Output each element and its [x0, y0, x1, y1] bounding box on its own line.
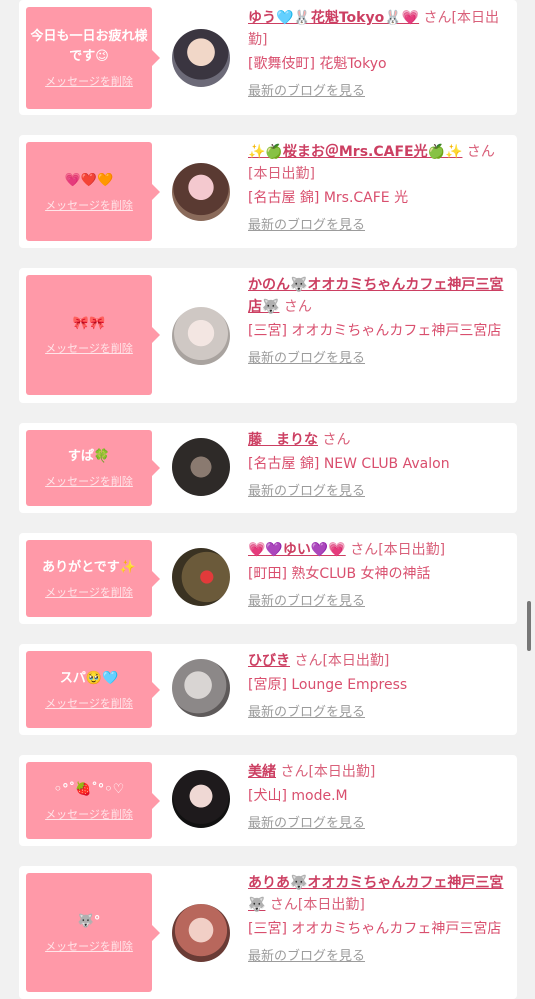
- latest-blog-link[interactable]: 最新のブログを見る: [248, 591, 513, 613]
- message-text: 🎀🎀: [72, 316, 106, 331]
- cast-info: ひびき さん[本日出勤] [宮原] Lounge Empress 最新のブログを…: [248, 650, 513, 724]
- shop-name: [町田] 熟女CLUB 女神の神話: [248, 566, 431, 582]
- cast-name-link[interactable]: ✨🍏桜まお＠Mrs.CAFE光🍏✨: [248, 144, 462, 160]
- honorific: さん: [466, 144, 495, 160]
- message-bubble: 🐺° メッセージを削除: [26, 873, 160, 992]
- message-bubble: ◦°˚🍓˚°◦♡ メッセージを削除: [26, 762, 160, 839]
- cast-info: 💗💜ゆい💜💗 さん[本日出勤] [町田] 熟女CLUB 女神の神話 最新のブログ…: [248, 539, 513, 613]
- message-card: ◦°˚🍓˚°◦♡ メッセージを削除 美緒 さん[本日出勤] [犬山] mode.…: [19, 755, 517, 846]
- shop-name: [名古屋 錦] Mrs.CAFE 光: [248, 190, 409, 206]
- attendance-status: [本日出勤]: [248, 166, 315, 182]
- message-text: 今日も一日お疲れ様です😉: [30, 29, 148, 64]
- latest-blog-link[interactable]: 最新のブログを見る: [248, 81, 513, 103]
- cast-name-link[interactable]: 💗💜ゆい💜💗: [248, 542, 346, 558]
- cast-name-link[interactable]: 藤 まりな: [248, 432, 318, 448]
- shop-name: [宮原] Lounge Empress: [248, 677, 408, 693]
- honorific: さん: [294, 653, 323, 669]
- honorific: さん: [322, 432, 351, 448]
- delete-message-link[interactable]: メッセージを削除: [45, 695, 133, 711]
- message-card: 💗❤️🧡 メッセージを削除 ✨🍏桜まお＠Mrs.CAFE光🍏✨ さん [本日出勤]…: [19, 135, 517, 248]
- shop-name: [歌舞伎町] 花魁Tokyo: [248, 56, 387, 72]
- honorific: さん: [280, 764, 309, 780]
- delete-message-link[interactable]: メッセージを削除: [45, 340, 133, 356]
- honorific: さん: [283, 299, 312, 315]
- message-card: すぱ🍀 メッセージを削除 藤 まりな さん [名古屋 錦] NEW CLUB A…: [19, 423, 517, 513]
- cast-info: ゆう🩵🐰花魁Tokyo🐰💗 さん[本日出勤] [歌舞伎町] 花魁Tokyo 最新…: [248, 7, 513, 103]
- message-bubble: 今日も一日お疲れ様です😉 メッセージを削除: [26, 7, 160, 109]
- avatar[interactable]: [172, 307, 230, 365]
- cast-name-link[interactable]: ゆう🩵🐰花魁Tokyo🐰💗: [248, 10, 419, 26]
- avatar[interactable]: [172, 29, 230, 87]
- message-card: 🎀🎀 メッセージを削除 かのん🐺オオカミちゃんカフェ神戸三宮店🐺 さん [三宮]…: [19, 268, 517, 403]
- avatar[interactable]: [172, 904, 230, 962]
- shop-name: [名古屋 錦] NEW CLUB Avalon: [248, 456, 450, 472]
- message-bubble: スパ🥹🩵 メッセージを削除: [26, 651, 160, 728]
- shop-name: [犬山] mode.M: [248, 788, 348, 804]
- delete-message-link[interactable]: メッセージを削除: [45, 473, 133, 489]
- attendance-status: [本日出勤]: [378, 542, 446, 558]
- avatar[interactable]: [172, 438, 230, 496]
- cast-info: 美緒 さん[本日出勤] [犬山] mode.M 最新のブログを見る: [248, 761, 513, 835]
- latest-blog-link[interactable]: 最新のブログを見る: [248, 348, 513, 370]
- latest-blog-link[interactable]: 最新のブログを見る: [248, 481, 513, 503]
- delete-message-link[interactable]: メッセージを削除: [45, 73, 133, 89]
- message-card: 🐺° メッセージを削除 ありあ🐺オオカミちゃんカフェ神戸三宮🐺 さん[本日出勤]…: [19, 866, 517, 999]
- honorific: さん: [269, 897, 298, 913]
- message-bubble: 🎀🎀 メッセージを削除: [26, 275, 160, 395]
- message-bubble: 💗❤️🧡 メッセージを削除: [26, 142, 160, 241]
- avatar[interactable]: [172, 659, 230, 717]
- latest-blog-link[interactable]: 最新のブログを見る: [248, 946, 513, 968]
- cast-info: ありあ🐺オオカミちゃんカフェ神戸三宮🐺 さん[本日出勤] [三宮] オオカミちゃ…: [248, 872, 513, 968]
- latest-blog-link[interactable]: 最新のブログを見る: [248, 813, 513, 835]
- message-card: 今日も一日お疲れ様です😉 メッセージを削除 ゆう🩵🐰花魁Tokyo🐰💗 さん[本…: [19, 0, 517, 115]
- scrollbar[interactable]: [527, 601, 531, 651]
- attendance-status: [本日出勤]: [308, 764, 376, 780]
- avatar[interactable]: [172, 770, 230, 828]
- message-text: ◦°˚🍓˚°◦♡: [53, 781, 125, 797]
- avatar[interactable]: [172, 163, 230, 221]
- shop-name: [三宮] オオカミちゃんカフェ神戸三宮店: [248, 921, 502, 937]
- shop-name: [三宮] オオカミちゃんカフェ神戸三宮店: [248, 323, 502, 339]
- message-bubble: ありがとです✨ メッセージを削除: [26, 540, 160, 617]
- cast-info: ✨🍏桜まお＠Mrs.CAFE光🍏✨ さん [本日出勤] [名古屋 錦] Mrs.C…: [248, 141, 513, 237]
- message-card: スパ🥹🩵 メッセージを削除 ひびき さん[本日出勤] [宮原] Lounge E…: [19, 644, 517, 735]
- message-text: 💗❤️🧡: [64, 172, 114, 188]
- cast-name-link[interactable]: ひびき: [248, 653, 290, 669]
- message-text: ありがとです✨: [42, 559, 136, 575]
- message-text: 🐺°: [77, 913, 101, 929]
- message-text: スパ🥹🩵: [59, 670, 119, 686]
- honorific: さん: [423, 10, 452, 26]
- cast-name-link[interactable]: 美緒: [248, 764, 276, 780]
- message-text: すぱ🍀: [67, 449, 111, 464]
- honorific: さん: [350, 542, 379, 558]
- delete-message-link[interactable]: メッセージを削除: [45, 938, 133, 954]
- attendance-status: [本日出勤]: [322, 653, 390, 669]
- cast-info: かのん🐺オオカミちゃんカフェ神戸三宮店🐺 さん [三宮] オオカミちゃんカフェ神…: [248, 274, 513, 370]
- delete-message-link[interactable]: メッセージを削除: [45, 806, 133, 822]
- delete-message-link[interactable]: メッセージを削除: [45, 584, 133, 600]
- message-bubble: すぱ🍀 メッセージを削除: [26, 430, 160, 506]
- cast-info: 藤 まりな さん [名古屋 錦] NEW CLUB Avalon 最新のブログを…: [248, 429, 513, 503]
- message-feed: 今日も一日お疲れ様です😉 メッセージを削除 ゆう🩵🐰花魁Tokyo🐰💗 さん[本…: [0, 0, 535, 999]
- attendance-status: [本日出勤]: [297, 897, 365, 913]
- message-card: ありがとです✨ メッセージを削除 💗💜ゆい💜💗 さん[本日出勤] [町田] 熟女…: [19, 533, 517, 624]
- latest-blog-link[interactable]: 最新のブログを見る: [248, 215, 513, 237]
- delete-message-link[interactable]: メッセージを削除: [45, 197, 133, 213]
- latest-blog-link[interactable]: 最新のブログを見る: [248, 702, 513, 724]
- avatar[interactable]: [172, 548, 230, 606]
